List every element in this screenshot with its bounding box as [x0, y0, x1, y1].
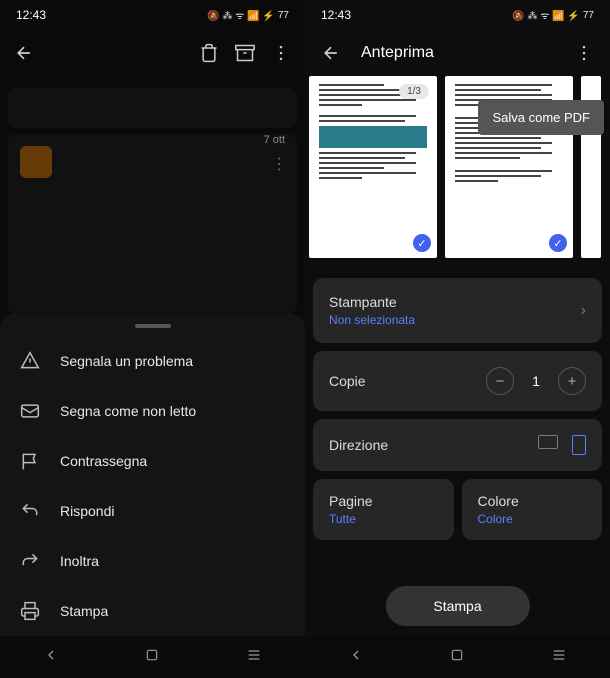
- setting-copies: Copie − 1 +: [313, 351, 602, 411]
- nav-bar: [0, 636, 305, 678]
- check-icon: ✓: [413, 234, 431, 252]
- menu-forward[interactable]: Inoltra: [0, 536, 305, 586]
- status-bar: 12:43 🔕 ⁂ ᯤ 📶 ⚡77: [0, 0, 305, 30]
- warning-icon: [20, 351, 40, 371]
- print-button[interactable]: Stampa: [385, 586, 529, 626]
- more-icon[interactable]: [269, 41, 293, 65]
- print-icon: [20, 601, 40, 621]
- page-title: Anteprima: [361, 44, 434, 62]
- direction-label: Direzione: [329, 437, 388, 453]
- menu-label: Rispondi: [60, 503, 114, 519]
- status-bar: 12:43 🔕 ⁂ ᯤ 📶 ⚡77: [305, 0, 610, 30]
- status-icons: 🔕 ⁂ ᯤ 📶 ⚡77: [207, 8, 289, 22]
- menu-label: Stampa: [60, 603, 108, 619]
- nav-back-icon[interactable]: [43, 647, 59, 668]
- printer-label: Stampante: [329, 294, 415, 310]
- menu-label: Segna come non letto: [60, 403, 196, 419]
- menu-label: Segnala un problema: [60, 353, 193, 369]
- menu-label: Inoltra: [60, 553, 99, 569]
- pages-label: Pagine: [329, 493, 438, 509]
- forward-icon: [20, 551, 40, 571]
- setting-color[interactable]: Colore Colore: [462, 479, 603, 540]
- back-icon[interactable]: [319, 41, 343, 65]
- orientation-portrait[interactable]: [572, 435, 586, 455]
- print-settings: Stampante Non selezionata › Copie − 1 + …: [305, 270, 610, 548]
- nav-recent-icon[interactable]: [246, 647, 262, 668]
- setting-printer[interactable]: Stampante Non selezionata ›: [313, 278, 602, 343]
- copies-value: 1: [530, 373, 542, 389]
- page-indicator: 1/3: [399, 84, 429, 99]
- menu-report-problem[interactable]: Segnala un problema: [0, 336, 305, 386]
- menu-mark-unread[interactable]: Segna come non letto: [0, 386, 305, 436]
- menu-reply[interactable]: Rispondi: [0, 486, 305, 536]
- trash-icon[interactable]: [197, 41, 221, 65]
- page-thumb-1[interactable]: 1/3 ✓: [309, 76, 437, 258]
- save-pdf-tooltip[interactable]: Salva come PDF: [478, 100, 604, 135]
- email-more-icon[interactable]: ⋮: [271, 154, 287, 174]
- setting-direction: Direzione: [313, 419, 602, 471]
- color-label: Colore: [478, 493, 587, 509]
- pages-value: Tutte: [329, 512, 438, 526]
- chevron-right-icon: ›: [581, 302, 586, 320]
- nav-home-icon[interactable]: [450, 648, 464, 667]
- doc-highlight: [319, 126, 427, 148]
- sheet-handle[interactable]: [135, 324, 171, 328]
- increment-button[interactable]: +: [558, 367, 586, 395]
- avatar: [20, 146, 52, 178]
- nav-home-icon[interactable]: [145, 648, 159, 667]
- menu-print[interactable]: Stampa: [0, 586, 305, 636]
- status-time: 12:43: [16, 8, 46, 22]
- menu-flag[interactable]: Contrassegna: [0, 436, 305, 486]
- envelope-icon: [20, 401, 40, 421]
- top-bar: [0, 30, 305, 76]
- copies-label: Copie: [329, 373, 366, 389]
- bottom-sheet: Segnala un problema Segna come non letto…: [0, 314, 305, 636]
- more-icon[interactable]: [572, 41, 596, 65]
- menu-label: Contrassegna: [60, 453, 147, 469]
- status-icons: 🔕 ⁂ ᯤ 📶 ⚡77: [512, 8, 594, 22]
- archive-icon[interactable]: [233, 41, 257, 65]
- orientation-landscape[interactable]: [538, 435, 558, 449]
- printer-value: Non selezionata: [329, 313, 415, 327]
- preview-header: Anteprima: [305, 30, 610, 76]
- decrement-button[interactable]: −: [486, 367, 514, 395]
- nav-bar: [305, 636, 610, 678]
- nav-back-icon[interactable]: [348, 647, 364, 668]
- reply-icon: [20, 501, 40, 521]
- back-icon[interactable]: [12, 41, 36, 65]
- check-icon: ✓: [549, 234, 567, 252]
- email-date: 7 ott: [264, 134, 285, 146]
- nav-recent-icon[interactable]: [551, 647, 567, 668]
- flag-icon: [20, 451, 40, 471]
- color-value: Colore: [478, 512, 587, 526]
- copies-stepper: − 1 +: [486, 367, 586, 395]
- status-time: 12:43: [321, 8, 351, 22]
- setting-pages[interactable]: Pagine Tutte: [313, 479, 454, 540]
